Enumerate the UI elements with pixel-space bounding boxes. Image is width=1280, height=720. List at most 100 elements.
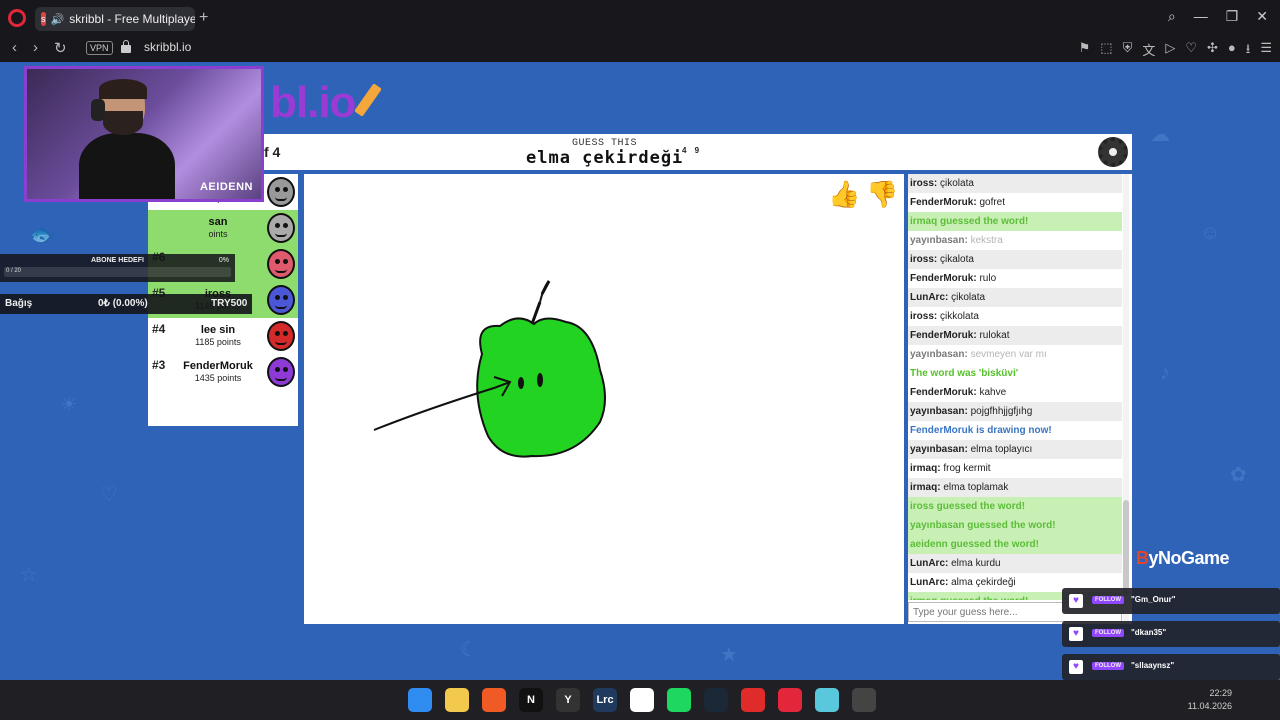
drawing-canvas[interactable]: 👍 👎 bbox=[304, 174, 904, 624]
clock-time: 22:29 bbox=[1209, 688, 1232, 698]
opera-logo-icon[interactable] bbox=[8, 9, 26, 27]
thumbs-down-icon[interactable]: 👎 bbox=[866, 178, 898, 210]
thumbs-up-icon[interactable]: 👍 bbox=[828, 178, 860, 210]
maximize-icon[interactable]: ❐ bbox=[1226, 8, 1239, 25]
vpn-badge[interactable]: VPN bbox=[86, 41, 113, 55]
close-icon[interactable]: ✕ bbox=[1256, 8, 1268, 25]
shield-icon[interactable]: ⛨ bbox=[1123, 40, 1133, 62]
chat-message: FenderMoruk: kahve bbox=[908, 383, 1122, 402]
apple-drawing bbox=[373, 280, 606, 458]
heart-icon[interactable]: ♡ bbox=[1185, 40, 1197, 62]
player-avatar bbox=[267, 177, 295, 207]
chat-text: frog kermit bbox=[943, 463, 991, 474]
play-icon[interactable]: ▷ bbox=[1165, 40, 1175, 62]
chat-text: çikalota bbox=[940, 254, 974, 265]
chat-message: FenderMoruk: rulokat bbox=[908, 326, 1122, 345]
chat-text: kahve bbox=[979, 387, 1007, 398]
heart-icon: ♥ bbox=[1069, 594, 1083, 608]
back-arrow-icon[interactable]: ‹ bbox=[12, 39, 17, 57]
doodle-smile-icon: ☺ bbox=[1200, 222, 1221, 244]
player-avatar bbox=[267, 321, 295, 351]
bookmark-icon[interactable]: ⚑ bbox=[1079, 40, 1091, 62]
chat-message: yayınbasan: kekstra bbox=[908, 231, 1122, 250]
forward-arrow-icon[interactable]: › bbox=[33, 39, 38, 57]
chat-user: yayınbasan: bbox=[910, 444, 968, 455]
search-icon[interactable]: ⌕ bbox=[1168, 8, 1176, 25]
lock-icon[interactable] bbox=[121, 40, 131, 53]
chat-text: elma toplayıcı bbox=[970, 444, 1033, 455]
puzzle-icon[interactable]: ✣ bbox=[1207, 40, 1218, 62]
bynogame-name: yNoGame bbox=[1148, 548, 1230, 568]
chat-user: FenderMoruk: bbox=[910, 197, 977, 208]
reload-icon[interactable]: ↻ bbox=[54, 39, 67, 57]
chat-message: yayınbasan: pojgfhhjjgfjıhg bbox=[908, 402, 1122, 421]
steam-icon[interactable] bbox=[704, 688, 728, 712]
profile-icon[interactable]: ● bbox=[1228, 40, 1236, 62]
system-clock[interactable]: 22:29 11.04.2026 bbox=[1188, 687, 1232, 713]
chat-message: iross: çikkolata bbox=[908, 307, 1122, 326]
chat-text: çikkolata bbox=[940, 311, 979, 322]
browser-tab-bar: s 🔊 skribbl - Free Multiplayer + ⌕ — ❐ ✕ bbox=[0, 0, 1280, 36]
follow-label: FOLLOW bbox=[1092, 662, 1124, 670]
spotify-icon[interactable] bbox=[667, 688, 691, 712]
chat-message: FenderMoruk: rulo bbox=[908, 269, 1122, 288]
speaker-icon[interactable]: 🔊 bbox=[51, 13, 65, 26]
netflix-icon[interactable]: N bbox=[519, 688, 543, 712]
bynogame-logo: ByNoGame bbox=[1136, 548, 1230, 569]
chat-message: iross guessed the word! bbox=[908, 497, 1122, 516]
skribbl-logo: bl.io bbox=[270, 78, 383, 128]
extensions-toolbar: ⚑ ⬚ ⛨ 文 ▷ ♡ ✣ ● ⭳ ☰ bbox=[1079, 40, 1272, 62]
capcut-icon[interactable] bbox=[630, 688, 654, 712]
sub-goal-count: 0 / 20 bbox=[6, 268, 22, 274]
doodle-flower-icon: ✿ bbox=[1230, 464, 1247, 486]
settings-gear-icon[interactable] bbox=[1098, 137, 1128, 167]
heart-icon: ♥ bbox=[1069, 627, 1083, 641]
chat-message: irmaq: frog kermit bbox=[908, 459, 1122, 478]
game-header: f 4 GUESS THIS elma çekirdeği 4 9 bbox=[264, 134, 1132, 170]
chat-message: FenderMoruk: gofret bbox=[908, 193, 1122, 212]
opera-icon[interactable] bbox=[778, 688, 802, 712]
folder-icon[interactable] bbox=[445, 688, 469, 712]
brave-icon[interactable] bbox=[482, 688, 506, 712]
chat-scrollbar[interactable] bbox=[1123, 174, 1129, 624]
windows-icon[interactable] bbox=[408, 688, 432, 712]
chat-user: yayınbasan: bbox=[910, 349, 968, 360]
player-row[interactable]: san oints bbox=[148, 210, 298, 246]
doodle-cloud-icon: ☁ bbox=[1150, 124, 1170, 146]
minimize-icon[interactable]: — bbox=[1194, 8, 1208, 25]
chat-user: yayınbasan: bbox=[910, 406, 968, 417]
follow-alerts: ♥ FOLLOW "Gm_Onur" ♥ FOLLOW "dkan35" ♥ FOLLOW "s… bbox=[1062, 588, 1280, 680]
streamer-image bbox=[79, 79, 175, 199]
menu-icon[interactable]: ☰ bbox=[1260, 40, 1272, 62]
chat-text: yayınbasan guessed the word! bbox=[910, 520, 1056, 531]
chat-text: rulokat bbox=[979, 330, 1010, 341]
player-row[interactable]: #3 FenderMoruk 1435 points bbox=[148, 354, 298, 390]
chat-user: FenderMoruk: bbox=[910, 273, 977, 284]
logo-pencil-icon bbox=[354, 83, 383, 117]
snapshot-icon[interactable]: ⬚ bbox=[1100, 40, 1112, 62]
donate-goal: TRY500 bbox=[211, 298, 248, 309]
sub-goal-progress-bar bbox=[4, 267, 231, 277]
active-tab[interactable]: s 🔊 skribbl - Free Multiplayer bbox=[35, 7, 195, 31]
doodle-star-icon: ☆ bbox=[20, 564, 38, 586]
url-text[interactable]: skribbl.io bbox=[144, 40, 191, 54]
follower-name: "sllaaynsz" bbox=[1131, 661, 1175, 670]
translate-icon[interactable]: 文 bbox=[1142, 40, 1155, 62]
notepad-icon[interactable] bbox=[815, 688, 839, 712]
taskbar: N Y Lrc 22:29 11.04.2026 bbox=[0, 680, 1280, 720]
clock-date: 11.04.2026 bbox=[1187, 701, 1232, 711]
donate-value: 0₺ (0.00%) bbox=[98, 298, 148, 309]
chat-message: yayınbasan: sevmeyen var mı bbox=[908, 345, 1122, 364]
download-icon[interactable]: ⭳ bbox=[1246, 40, 1251, 62]
player-row[interactable]: #4 lee sin 1185 points bbox=[148, 318, 298, 354]
chat-message: aeidenn guessed the word! bbox=[908, 535, 1122, 554]
chat-text: elma kurdu bbox=[951, 558, 1001, 569]
lrc-icon[interactable]: Lrc bbox=[593, 688, 617, 712]
chat-text: çikolata bbox=[940, 178, 974, 189]
obs-icon[interactable] bbox=[852, 688, 876, 712]
shield-app-icon[interactable] bbox=[741, 688, 765, 712]
new-tab-plus-icon[interactable]: + bbox=[199, 10, 208, 26]
skribbl-favicon-icon: s bbox=[41, 12, 46, 26]
yandex-icon[interactable]: Y bbox=[556, 688, 580, 712]
sub-goal-percent: 0% bbox=[218, 257, 229, 264]
